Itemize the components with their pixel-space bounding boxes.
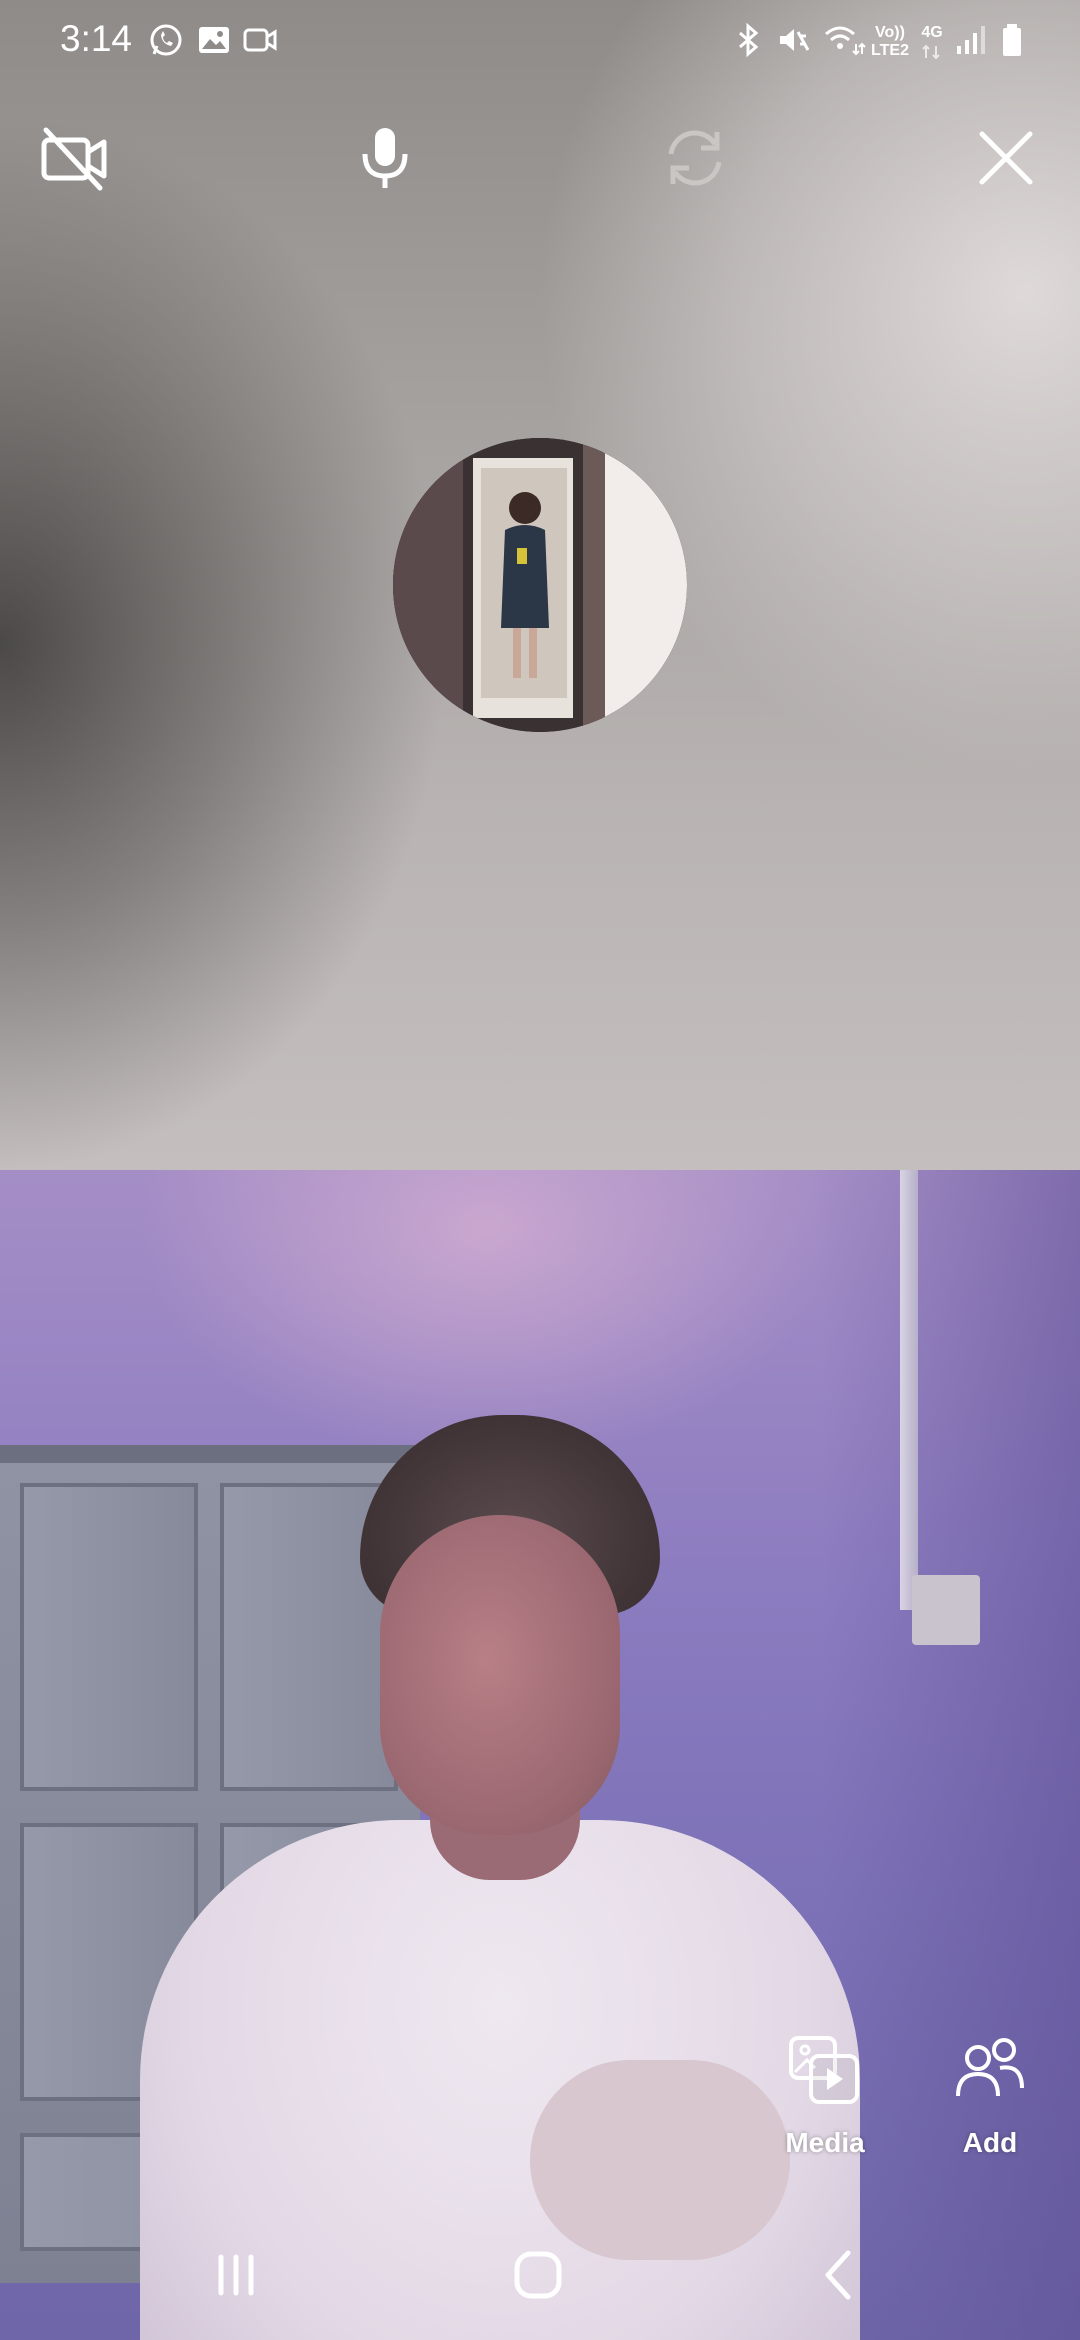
media-icon: [789, 2036, 859, 2104]
gallery-icon: [199, 27, 229, 53]
camera-off-button[interactable]: [34, 118, 114, 198]
switch-camera-icon: [668, 130, 722, 186]
mute-icon: [780, 29, 810, 51]
lte-label: LTE2: [871, 42, 909, 59]
media-label: Media: [785, 2127, 865, 2158]
switch-camera-button[interactable]: [655, 118, 735, 198]
whatsapp-icon: [150, 24, 182, 56]
end-call-button[interactable]: [966, 118, 1046, 198]
microphone-icon: [362, 128, 408, 188]
remote-participant-avatar[interactable]: [393, 438, 687, 732]
back-button[interactable]: [800, 2235, 880, 2315]
remote-video-area: [0, 0, 1080, 1170]
status-time: 3:14: [60, 18, 133, 59]
network-gen-label: 4G: [921, 24, 943, 41]
home-button[interactable]: [498, 2235, 578, 2315]
wifi-icon: [825, 26, 866, 56]
avatar-photo: [393, 438, 687, 732]
video-call-screen: 3:14 Vo)) LTE2 4G Media Add: [0, 0, 1080, 2340]
status-bar: 3:14 Vo)) LTE2 4G: [0, 0, 1080, 84]
recent-apps-button[interactable]: [196, 2235, 276, 2315]
back-icon: [825, 2250, 851, 2300]
data-arrows-icon: [922, 44, 940, 60]
local-camera-preview: [0, 1170, 1080, 2340]
recent-apps-icon: [218, 2254, 254, 2296]
bluetooth-icon: [739, 22, 759, 58]
battery-icon: [1003, 24, 1021, 56]
media-button[interactable]: Media: [750, 2030, 900, 2159]
add-people-icon: [956, 2038, 1024, 2097]
add-participant-button[interactable]: Add: [915, 2030, 1065, 2159]
person-face: [380, 1515, 620, 1835]
home-icon: [514, 2251, 562, 2299]
volte-label: Vo)): [875, 24, 905, 41]
close-icon: [979, 131, 1033, 185]
camera-off-icon: [41, 127, 107, 191]
microphone-button[interactable]: [345, 118, 425, 198]
add-label: Add: [962, 2127, 1018, 2158]
video-camera-icon: [243, 28, 277, 52]
signal-icon: [957, 26, 985, 54]
